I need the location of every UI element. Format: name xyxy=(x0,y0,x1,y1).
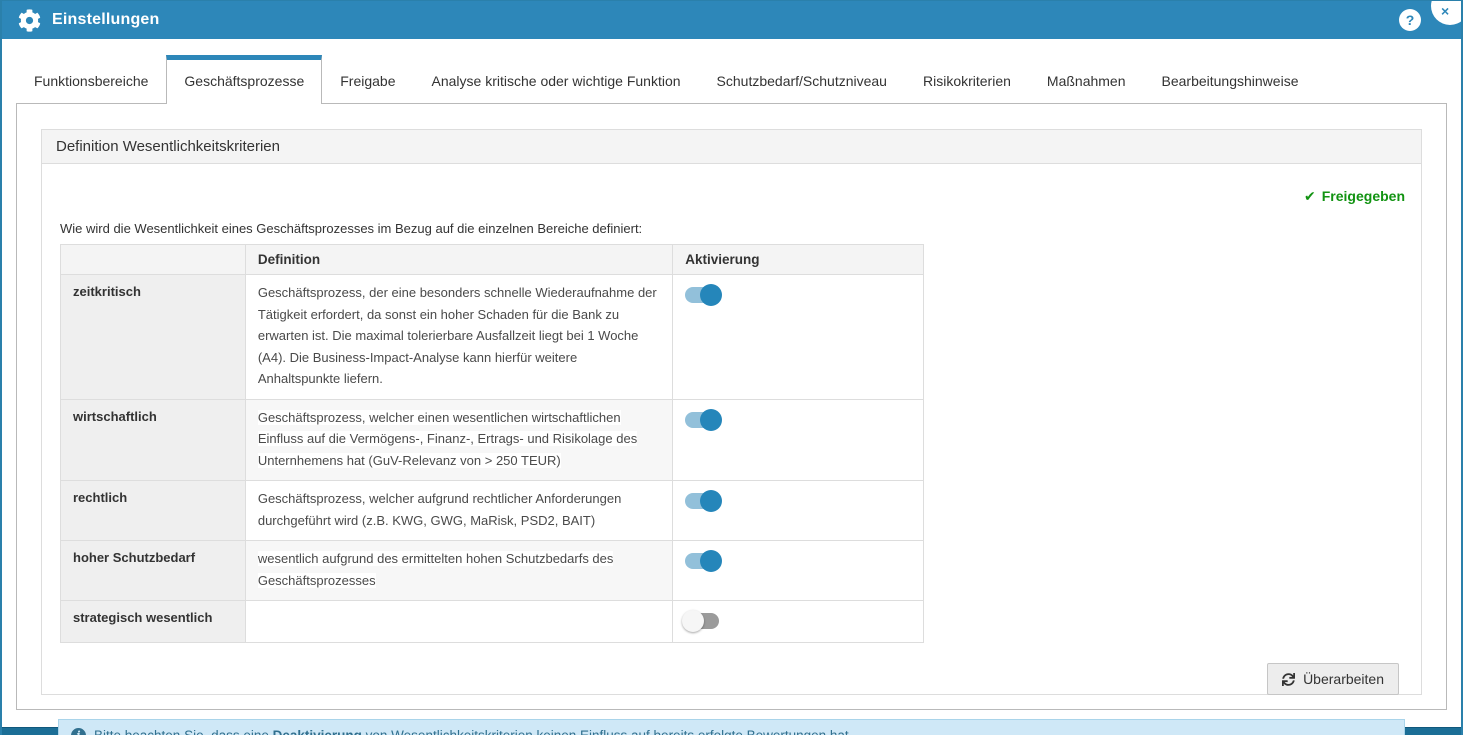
criteria-table: Definition Aktivierung zeitkritisch Gesc… xyxy=(60,244,924,643)
toggle-cell xyxy=(673,481,924,541)
tab-freigabe[interactable]: Freigabe xyxy=(322,61,413,103)
info-banner: i Bitte beachten Sie, dass eine Deaktivi… xyxy=(58,719,1405,735)
activation-toggle-zeitkritisch[interactable] xyxy=(685,287,719,303)
settings-window: Einstellungen ? × Funktionsbereiche Gesc… xyxy=(0,0,1463,735)
activation-toggle-strategisch-wesentlich[interactable] xyxy=(685,613,719,629)
table-row-rechtlich: rechtlich Geschäftsprozess, welcher aufg… xyxy=(61,481,924,541)
close-button[interactable]: × xyxy=(1431,0,1463,25)
info-banner-text: Bitte beachten Sie, dass eine Deaktivier… xyxy=(94,728,852,735)
activation-toggle-wirtschaftlich[interactable] xyxy=(685,412,719,428)
criterion-definition: Geschäftsprozess, der eine besonders sch… xyxy=(245,275,672,400)
table-row-wirtschaftlich: wirtschaftlich Geschäftsprozess, welcher… xyxy=(61,399,924,481)
help-button[interactable]: ? xyxy=(1399,9,1421,31)
criterion-label: wirtschaftlich xyxy=(61,399,246,481)
release-status: ✔ Freigegeben xyxy=(58,188,1405,205)
title-bar: Einstellungen ? × xyxy=(2,1,1461,39)
help-icon: ? xyxy=(1406,12,1415,28)
table-row-hoher-schutzbedarf: hoher Schutzbedarf wesentlich aufgrund d… xyxy=(61,541,924,601)
status-label: Freigegeben xyxy=(1322,188,1405,204)
table-row-strategisch-wesentlich: strategisch wesentlich xyxy=(61,601,924,643)
refresh-icon xyxy=(1282,673,1295,686)
rework-button-label: Überarbeiten xyxy=(1303,671,1384,687)
activation-toggle-rechtlich[interactable] xyxy=(685,493,719,509)
tab-analyse-kritische-funktion[interactable]: Analyse kritische oder wichtige Funktion xyxy=(414,61,699,103)
table-header-row: Definition Aktivierung xyxy=(61,245,924,275)
tab-bar: Funktionsbereiche Geschäftsprozesse Frei… xyxy=(2,55,1461,103)
panel-body: ✔ Freigegeben Wie wird die Wesentlichkeit… xyxy=(42,164,1421,735)
activation-toggle-hoher-schutzbedarf[interactable] xyxy=(685,553,719,569)
toggle-cell xyxy=(673,541,924,601)
criterion-label: strategisch wesentlich xyxy=(61,601,246,643)
window-title: Einstellungen xyxy=(52,11,160,29)
toggle-cell xyxy=(673,399,924,481)
criterion-definition xyxy=(245,601,672,643)
tab-bearbeitungshinweise[interactable]: Bearbeitungshinweise xyxy=(1144,61,1317,103)
column-header-definition: Definition xyxy=(245,245,672,275)
tab-schutzbedarf-schutzniveau[interactable]: Schutzbedarf/Schutzniveau xyxy=(699,61,905,103)
gear-icon xyxy=(18,9,41,32)
close-icon: × xyxy=(1441,4,1449,18)
tab-content: Definition Wesentlichkeitskriterien ✔ Fre… xyxy=(16,103,1447,710)
criterion-label: rechtlich xyxy=(61,481,246,541)
column-header-criterion xyxy=(61,245,246,275)
table-row-zeitkritisch: zeitkritisch Geschäftsprozess, der eine … xyxy=(61,275,924,400)
rework-button[interactable]: Überarbeiten xyxy=(1267,663,1399,695)
intro-text: Wie wird die Wesentlichkeit eines Geschä… xyxy=(60,221,1405,236)
criterion-definition: Geschäftsprozess, welcher einen wesentli… xyxy=(245,399,672,481)
criterion-label: zeitkritisch xyxy=(61,275,246,400)
tab-geschaeftsprozesse[interactable]: Geschäftsprozesse xyxy=(166,55,322,104)
tab-risikokriterien[interactable]: Risikokriterien xyxy=(905,61,1029,103)
column-header-activation: Aktivierung xyxy=(673,245,924,275)
check-icon: ✔ xyxy=(1304,188,1316,204)
toggle-cell xyxy=(673,601,924,643)
actions-row: Überarbeiten xyxy=(58,663,1399,695)
toggle-cell xyxy=(673,275,924,400)
criterion-label: hoher Schutzbedarf xyxy=(61,541,246,601)
tab-funktionsbereiche[interactable]: Funktionsbereiche xyxy=(16,61,166,103)
info-icon: i xyxy=(71,728,86,735)
panel-title: Definition Wesentlichkeitskriterien xyxy=(42,130,1421,164)
criterion-definition: wesentlich aufgrund des ermittelten hohe… xyxy=(245,541,672,601)
criteria-panel: Definition Wesentlichkeitskriterien ✔ Fre… xyxy=(41,129,1422,695)
tab-massnahmen[interactable]: Maßnahmen xyxy=(1029,61,1144,103)
criterion-definition: Geschäftsprozess, welcher aufgrund recht… xyxy=(245,481,672,541)
info-banner-bold: Deaktivierung xyxy=(273,728,362,735)
